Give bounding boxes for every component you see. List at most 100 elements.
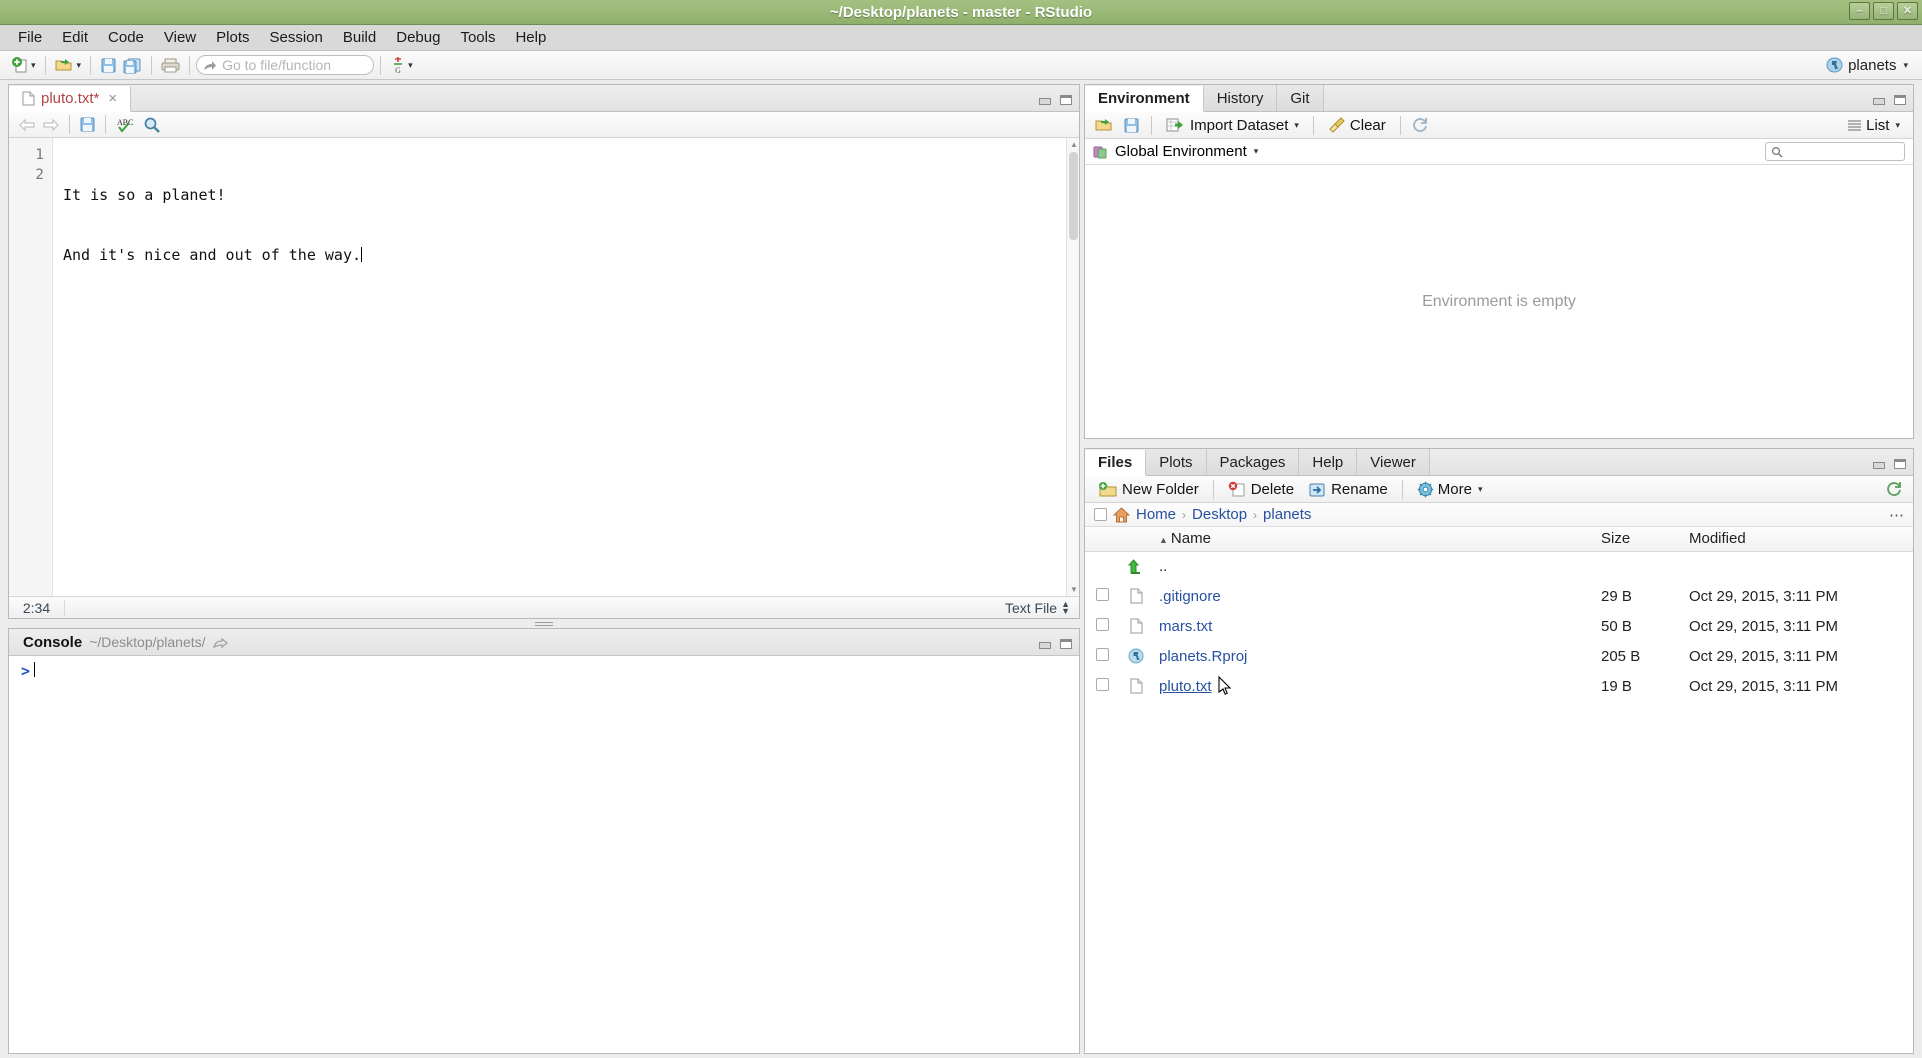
tab-viewer[interactable]: Viewer [1357, 449, 1430, 475]
environment-load-button[interactable] [1092, 114, 1118, 137]
scroll-up-icon[interactable]: ▲ [1070, 140, 1078, 149]
window-close-button[interactable]: ✕ [1897, 2, 1918, 20]
source-forward-button[interactable] [39, 113, 63, 136]
row-name-cell[interactable]: planets.Rproj [1153, 641, 1595, 671]
row-checkbox[interactable] [1096, 648, 1109, 661]
files-maximize-icon[interactable] [1893, 459, 1907, 470]
tab-packages[interactable]: Packages [1207, 449, 1300, 475]
horizontal-splitter[interactable] [8, 619, 1080, 628]
files-refresh-button[interactable] [1883, 478, 1906, 501]
project-caret[interactable]: ▾ [1903, 60, 1908, 71]
file-link-planets-rproj[interactable]: planets.Rproj [1159, 648, 1247, 665]
window-minimize-button[interactable]: – [1849, 2, 1870, 20]
menu-session[interactable]: Session [260, 26, 333, 49]
source-code-area[interactable]: It is so a planet! And it's nice and out… [53, 138, 1079, 596]
files-col-size[interactable]: Size [1595, 527, 1683, 551]
environment-save-button[interactable] [1120, 114, 1143, 137]
environment-refresh-button[interactable] [1409, 114, 1432, 137]
source-maximize-icon[interactable] [1059, 95, 1073, 106]
environment-minimize-icon[interactable] [1872, 95, 1886, 106]
source-tab-pluto[interactable]: pluto.txt* × [9, 86, 131, 112]
rename-file-button[interactable]: Rename [1302, 478, 1394, 501]
open-file-button[interactable]: ▾ [52, 54, 85, 77]
source-save-button[interactable] [76, 113, 99, 136]
source-scroll-thumb[interactable] [1069, 152, 1078, 240]
menu-tools[interactable]: Tools [450, 26, 505, 49]
popout-icon[interactable] [213, 636, 228, 649]
menu-edit[interactable]: Edit [52, 26, 98, 49]
file-link-gitignore[interactable]: .gitignore [1159, 588, 1221, 605]
tab-files[interactable]: Files [1085, 450, 1146, 476]
files-overflow-menu-icon[interactable]: ⋯ [1889, 506, 1905, 524]
menu-plots[interactable]: Plots [206, 26, 259, 49]
new-folder-button[interactable]: New Folder [1092, 478, 1205, 501]
breadcrumb-planets[interactable]: planets [1263, 506, 1311, 523]
table-row[interactable]: planets.Rproj 205 B Oct 29, 2015, 3:11 P… [1085, 641, 1913, 671]
environment-search-input[interactable] [1765, 142, 1905, 161]
file-link-mars-txt[interactable]: mars.txt [1159, 618, 1212, 635]
source-find-button[interactable] [140, 113, 164, 136]
global-environment-caret[interactable]: ▾ [1254, 146, 1259, 157]
save-button[interactable] [97, 54, 120, 77]
environment-maximize-icon[interactable] [1893, 95, 1907, 106]
row-checkbox[interactable] [1096, 678, 1109, 691]
row-name-cell[interactable]: .gitignore [1153, 581, 1595, 611]
menu-code[interactable]: Code [98, 26, 154, 49]
open-file-caret[interactable]: ▾ [77, 60, 82, 71]
source-back-button[interactable] [15, 113, 39, 136]
row-checkbox[interactable] [1096, 588, 1109, 601]
table-row[interactable]: .gitignore 29 B Oct 29, 2015, 3:11 PM [1085, 581, 1913, 611]
file-link-pluto-txt[interactable]: pluto.txt [1159, 678, 1212, 695]
tab-plots[interactable]: Plots [1146, 449, 1206, 475]
source-minimize-icon[interactable] [1038, 95, 1052, 106]
file-type-updown-icon[interactable]: ▲▼ [1061, 601, 1070, 615]
addins-caret[interactable]: ▾ [408, 60, 413, 71]
tab-help[interactable]: Help [1299, 449, 1357, 475]
row-name-cell[interactable]: mars.txt [1153, 611, 1595, 641]
environment-view-caret[interactable]: ▾ [1895, 120, 1900, 131]
menu-help[interactable]: Help [505, 26, 556, 49]
goto-file-function-input[interactable]: Go to file/function [196, 55, 374, 75]
import-dataset-caret[interactable]: ▾ [1294, 120, 1299, 131]
environment-view-selector[interactable]: List ▾ [1841, 114, 1906, 137]
clear-environment-button[interactable]: Clear [1322, 114, 1392, 137]
row-name-cell[interactable]: .. [1153, 551, 1595, 581]
import-dataset-button[interactable]: Import Dataset ▾ [1160, 114, 1305, 137]
project-selector[interactable]: planets ▾ [1820, 55, 1914, 76]
table-row[interactable]: pluto.txt 19 B Oct 29, 2015, 3:11 PM [1085, 671, 1913, 701]
global-environment-selector[interactable]: Global Environment ▾ [1093, 143, 1258, 160]
breadcrumb-desktop[interactable]: Desktop [1192, 506, 1247, 523]
menu-build[interactable]: Build [333, 26, 386, 49]
source-editor-body[interactable]: 1 2 It is so a planet! And it's nice and… [9, 138, 1079, 596]
addins-button[interactable]: G ▾ [387, 54, 416, 77]
save-all-button[interactable] [120, 54, 145, 77]
parent-dir-link[interactable]: .. [1159, 558, 1167, 575]
console-maximize-icon[interactable] [1059, 639, 1073, 650]
tab-history[interactable]: History [1204, 85, 1278, 111]
console-minimize-icon[interactable] [1038, 639, 1052, 650]
new-file-caret[interactable]: ▾ [31, 60, 36, 71]
window-maximize-button[interactable]: □ [1873, 2, 1894, 20]
files-col-name[interactable]: ▲Name [1153, 527, 1595, 551]
source-spellcheck-button[interactable]: ABC [112, 113, 140, 136]
console-body[interactable]: > [9, 656, 1079, 1053]
scroll-down-icon[interactable]: ▼ [1070, 585, 1078, 594]
tab-environment[interactable]: Environment [1085, 86, 1204, 112]
files-more-caret[interactable]: ▾ [1478, 484, 1483, 495]
tab-git[interactable]: Git [1277, 85, 1323, 111]
menu-debug[interactable]: Debug [386, 26, 450, 49]
table-row[interactable]: mars.txt 50 B Oct 29, 2015, 3:11 PM [1085, 611, 1913, 641]
files-more-button[interactable]: More ▾ [1411, 478, 1489, 501]
files-minimize-icon[interactable] [1872, 459, 1886, 470]
source-file-type-selector[interactable]: Text File ▲▼ [996, 600, 1079, 616]
select-all-checkbox[interactable] [1094, 508, 1107, 521]
menu-file[interactable]: File [8, 26, 52, 49]
menu-view[interactable]: View [154, 26, 206, 49]
table-row[interactable]: .. [1085, 551, 1913, 581]
breadcrumb-home[interactable]: Home [1136, 506, 1176, 523]
row-name-cell[interactable]: pluto.txt [1153, 671, 1595, 701]
new-file-button[interactable]: ▾ [8, 54, 39, 77]
files-col-modified[interactable]: Modified [1683, 527, 1913, 551]
source-tab-close-icon[interactable]: × [108, 90, 117, 107]
source-vertical-scrollbar[interactable]: ▲ ▼ [1066, 138, 1079, 596]
